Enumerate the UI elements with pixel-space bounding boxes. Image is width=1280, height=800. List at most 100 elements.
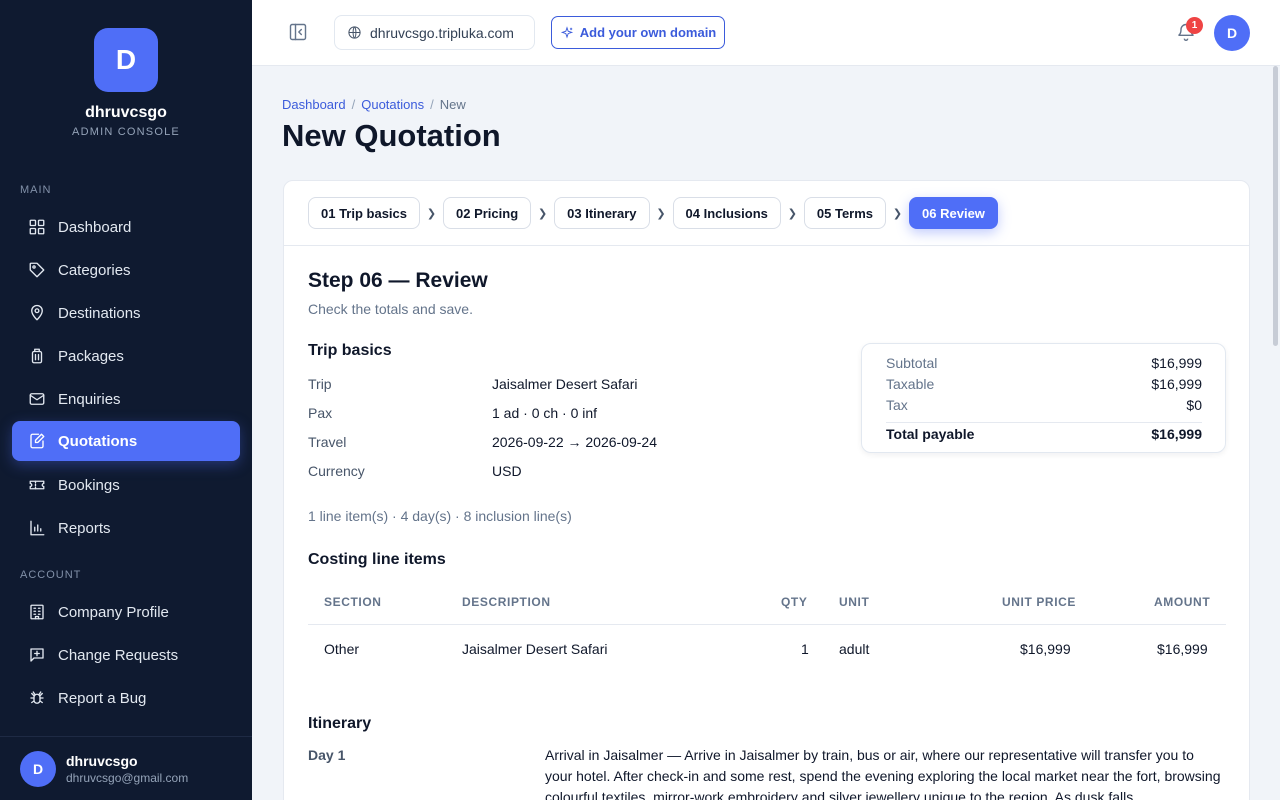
notification-badge: 1 <box>1186 17 1203 34</box>
user-avatar-button[interactable]: D <box>1214 15 1250 51</box>
sidebar-item-label: Report a Bug <box>58 689 147 707</box>
nav-heading-account: ACCOUNT <box>20 569 82 581</box>
step-review[interactable]: 06 Review <box>909 197 998 229</box>
cell-qty: 1 <box>801 641 809 657</box>
sidebar-item-bookings[interactable]: Bookings <box>12 465 240 505</box>
brand: D dhruvcsgo ADMIN CONSOLE <box>0 28 252 138</box>
day-description: Arrival in Jaisalmer — Arrive in Jaisalm… <box>545 747 1221 800</box>
step-pricing[interactable]: 02 Pricing <box>443 197 532 229</box>
step-terms[interactable]: 05 Terms <box>803 197 887 229</box>
sidebar-item-packages[interactable]: Packages <box>12 336 240 376</box>
add-domain-button[interactable]: Add your own domain <box>551 16 725 49</box>
nav-heading-main: MAIN <box>20 184 52 196</box>
sidebar: D dhruvcsgo ADMIN CONSOLE MAIN Dashboard… <box>0 0 252 800</box>
step-inclusions[interactable]: 04 Inclusions <box>672 197 781 229</box>
sidebar-item-reports[interactable]: Reports <box>12 508 240 548</box>
totals-panel: Subtotal $16,999 Taxable $16,999 Tax $0 Tot… <box>861 343 1226 453</box>
grid-icon <box>29 219 45 235</box>
cell-amount: $16,999 <box>1157 641 1208 657</box>
step-trip-basics[interactable]: 01 Trip basics <box>308 197 420 229</box>
sidebar-item-label: Enquiries <box>58 390 121 408</box>
chevron-right-icon: ❯ <box>787 207 797 220</box>
breadcrumb-current: New <box>439 97 466 112</box>
column-header: QTY <box>781 595 808 609</box>
costing-title: Costing line items <box>308 551 446 568</box>
sidebar-item-label: Reports <box>58 519 111 537</box>
sidebar-item-label: Company Profile <box>58 603 169 621</box>
chevron-right-icon: ❯ <box>426 207 437 220</box>
field-value-trip: Jaisalmer Desert Safari <box>492 376 638 392</box>
building-icon <box>30 604 44 620</box>
sidebar-user[interactable]: D dhruvcsgo dhruvcsgo@gmail.com <box>0 736 252 800</box>
stepper: 01 Trip basics ❯ 02 Pricing ❯ 03 Itinera… <box>308 197 998 229</box>
sidebar-item-label: Packages <box>58 347 124 365</box>
edit-document-icon <box>30 433 45 449</box>
message-plus-icon <box>30 648 44 662</box>
sidebar-item-enquiries[interactable]: Enquiries <box>12 379 240 419</box>
field-value-currency: USD <box>492 463 522 479</box>
subtotal-value: $16,999 <box>1151 355 1202 371</box>
user-email: dhruvcsgo@gmail.com <box>66 770 189 785</box>
topbar: dhruvcsgo.tripluka.com Add your own doma… <box>252 0 1280 66</box>
bar-chart-icon <box>30 520 45 536</box>
step-subtitle: Check the totals and save. <box>308 301 473 317</box>
sidebar-item-label: Bookings <box>58 476 120 494</box>
trip-basics-title: Trip basics <box>308 342 392 359</box>
breadcrumb-dashboard[interactable]: Dashboard <box>282 97 346 112</box>
sidebar-item-report-bug[interactable]: Report a Bug <box>12 678 240 718</box>
cell-description: Jaisalmer Desert Safari <box>462 641 608 657</box>
avatar: D <box>20 750 56 787</box>
sidebar-item-change-requests[interactable]: Change Requests <box>12 635 240 675</box>
sidebar-toggle-button[interactable] <box>288 22 310 44</box>
breadcrumb: Dashboard / Quotations / New <box>282 97 466 112</box>
quotation-card: 01 Trip basics ❯ 02 Pricing ❯ 03 Itinera… <box>283 180 1250 800</box>
total-row: Total payable $16,999 <box>886 426 1202 442</box>
sidebar-item-company-profile[interactable]: Company Profile <box>12 592 240 632</box>
summary-line: 1 line item(s) · 4 day(s) · 8 inclusion … <box>308 508 572 524</box>
tax-value: $0 <box>1186 397 1202 413</box>
domain-link[interactable]: dhruvcsgo.tripluka.com <box>334 15 535 50</box>
step-itinerary[interactable]: 03 Itinerary <box>554 197 650 229</box>
field-label-travel: Travel <box>308 434 347 450</box>
ticket-icon <box>29 480 45 490</box>
divider <box>308 624 1226 625</box>
cell-section: Other <box>324 641 360 657</box>
sidebar-item-label: Dashboard <box>58 218 132 236</box>
sidebar-item-quotations[interactable]: Quotations <box>12 421 240 461</box>
breadcrumb-quotations[interactable]: Quotations <box>361 97 424 112</box>
mail-icon <box>29 393 45 405</box>
brand-name: dhruvcsgo <box>85 104 167 121</box>
sparkle-icon <box>560 25 573 39</box>
column-header: UNIT PRICE <box>1002 595 1077 609</box>
field-label-trip: Trip <box>308 376 332 392</box>
brand-avatar: D <box>94 28 158 92</box>
bug-icon <box>30 691 44 704</box>
chevron-right-icon: ❯ <box>538 207 548 220</box>
sidebar-item-label: Quotations <box>58 432 138 450</box>
chevron-right-icon: ❯ <box>656 207 666 220</box>
total-value: $16,999 <box>1151 426 1202 442</box>
map-pin-icon <box>31 304 43 321</box>
sidebar-item-label: Categories <box>58 261 131 279</box>
panel-collapse-icon <box>289 23 307 41</box>
sidebar-item-label: Destinations <box>58 304 141 322</box>
tax-row: Tax $0 <box>886 397 1202 413</box>
column-header: UNIT <box>839 595 870 609</box>
sidebar-item-categories[interactable]: Categories <box>12 250 240 290</box>
chevron-right-icon: ❯ <box>892 207 903 220</box>
subtotal-row: Subtotal $16,999 <box>886 355 1202 371</box>
sidebar-item-destinations[interactable]: Destinations <box>12 293 240 333</box>
tag-icon <box>29 262 45 278</box>
sidebar-item-dashboard[interactable]: Dashboard <box>12 207 240 247</box>
scrollbar[interactable] <box>1273 66 1278 346</box>
column-header: DESCRIPTION <box>462 595 551 609</box>
step-title: Step 06 — Review <box>308 269 488 292</box>
brand-subtitle: ADMIN CONSOLE <box>72 126 180 138</box>
divider <box>284 245 1249 246</box>
cell-unit-price: $16,999 <box>1020 641 1071 657</box>
column-header: AMOUNT <box>1154 595 1211 609</box>
taxable-value: $16,999 <box>1151 376 1202 392</box>
sidebar-item-label: Change Requests <box>58 646 179 664</box>
cell-unit: adult <box>839 641 870 657</box>
field-value-pax: 1 ad · 0 ch · 0 inf <box>492 405 598 421</box>
